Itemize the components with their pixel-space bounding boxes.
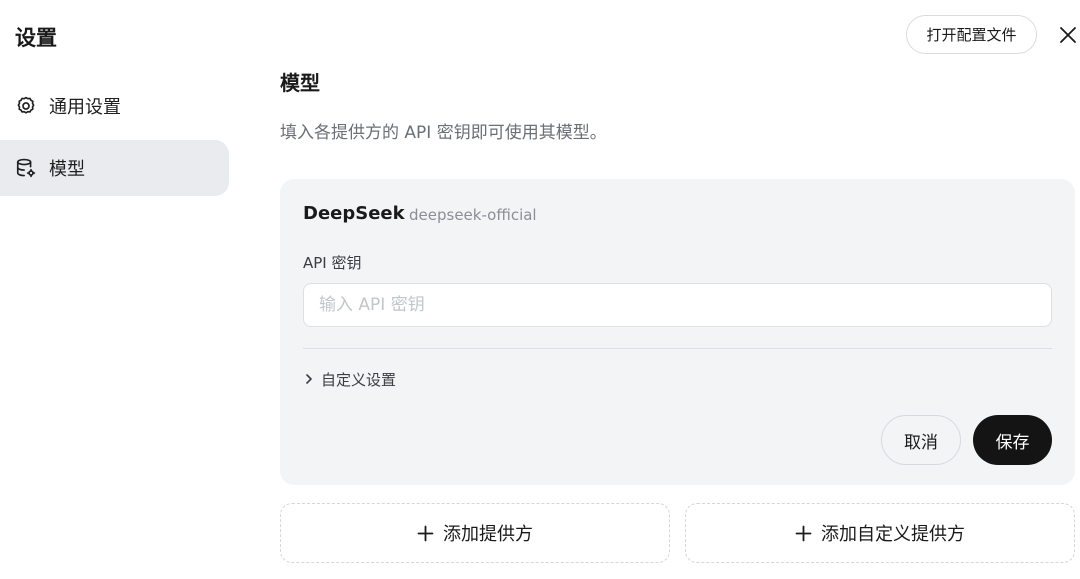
sidebar-item-general-settings[interactable]: 通用设置 — [0, 78, 229, 134]
plus-icon — [417, 525, 434, 541]
api-key-label: API 密钥 — [303, 254, 362, 272]
provider-card-deepseek: DeepSeek deepseek-official API 密钥 自定义设置 … — [280, 179, 1075, 485]
sidebar-item-label: 通用设置 — [49, 97, 121, 118]
custom-settings-toggle[interactable]: 自定义设置 — [303, 368, 396, 390]
database-gear-icon — [15, 157, 37, 179]
settings-window: 设置 通用设置 模型 打开配置文件 模型 填入各提供方的 API 密钥即可使用其… — [0, 0, 1080, 579]
sidebar-title: 设置 — [15, 26, 57, 50]
page-title: 模型 — [280, 71, 320, 95]
provider-name: DeepSeek — [303, 203, 405, 224]
save-button[interactable]: 保存 — [973, 415, 1052, 465]
add-custom-provider-button[interactable]: 添加自定义提供方 — [685, 503, 1075, 563]
add-provider-button[interactable]: 添加提供方 — [280, 503, 670, 563]
close-button[interactable] — [1055, 22, 1080, 48]
api-key-input[interactable] — [303, 283, 1052, 327]
sidebar-item-label: 模型 — [49, 159, 85, 180]
cancel-button[interactable]: 取消 — [881, 415, 961, 465]
chevron-right-icon — [306, 374, 312, 384]
sidebar: 设置 通用设置 模型 — [0, 0, 230, 579]
custom-settings-label: 自定义设置 — [321, 370, 397, 389]
sidebar-item-models[interactable]: 模型 — [0, 140, 229, 196]
divider — [303, 348, 1052, 349]
open-config-file-button[interactable]: 打开配置文件 — [906, 15, 1037, 54]
add-provider-label: 添加提供方 — [443, 524, 533, 545]
gear-icon — [15, 95, 37, 117]
plus-icon — [795, 525, 812, 541]
page-description: 填入各提供方的 API 密钥即可使用其模型。 — [280, 123, 607, 143]
add-custom-provider-label: 添加自定义提供方 — [821, 524, 965, 545]
close-icon — [1060, 27, 1076, 43]
provider-id: deepseek-official — [409, 206, 537, 224]
